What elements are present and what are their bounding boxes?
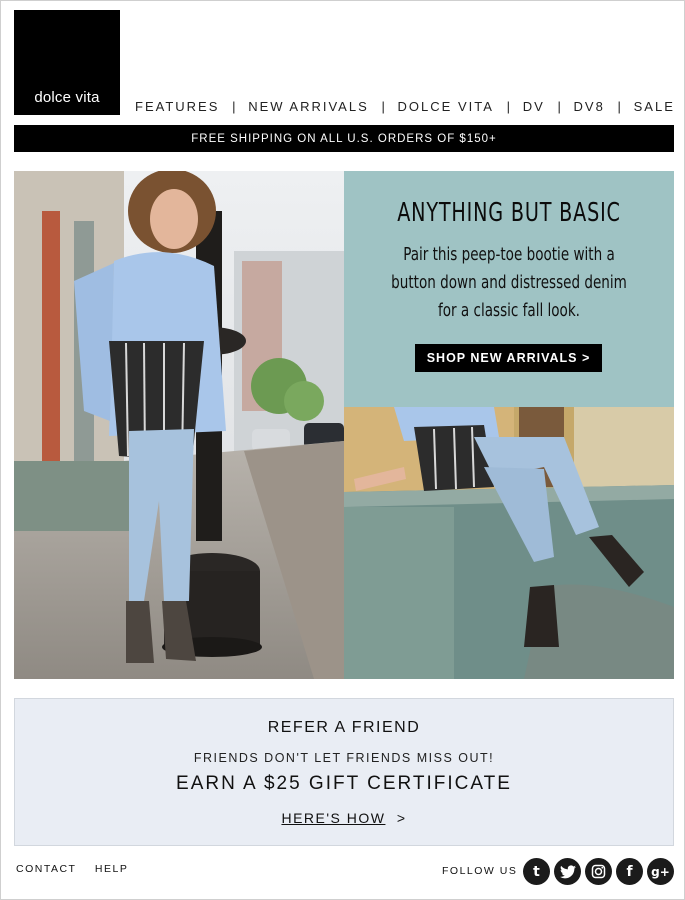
nav-item-sale[interactable]: SALE — [634, 99, 675, 114]
nav-separator: | — [232, 98, 236, 114]
heres-how-row: HERE'S HOW > — [15, 810, 673, 826]
follow-us-label: FOLLOW US — [442, 865, 518, 877]
promo-panel: ANYTHING BUT BASIC Pair this peep-toe bo… — [344, 171, 674, 407]
street-scene-image — [14, 171, 344, 679]
email-frame: dolce vita FEATURES | NEW ARRIVALS | DOL… — [0, 0, 685, 900]
shipping-banner[interactable]: FREE SHIPPING ON ALL U.S. ORDERS OF $150… — [14, 125, 674, 152]
instagram-icon[interactable] — [585, 858, 612, 885]
help-link[interactable]: HELP — [95, 863, 128, 875]
refer-offer: EARN A $25 GIFT CERTIFICATE — [176, 773, 512, 794]
contact-link[interactable]: CONTACT — [16, 863, 76, 875]
refer-title: REFER A FRIEND — [267, 719, 421, 736]
tumblr-icon[interactable]: t — [523, 858, 550, 885]
nav-item-dolce-vita[interactable]: DOLCE VITA — [398, 99, 494, 114]
seated-model-image — [344, 407, 674, 679]
nav-item-dv8[interactable]: DV8 — [574, 99, 605, 114]
shop-new-arrivals-button[interactable]: SHOP NEW ARRIVALS > — [415, 344, 602, 372]
chevron-right-icon[interactable]: > — [397, 810, 407, 826]
refer-subtitle: FRIENDS DON'T LET FRIENDS MISS OUT! — [193, 751, 495, 765]
shipping-text: FREE SHIPPING ON ALL U.S. ORDERS OF $150… — [191, 132, 497, 145]
hero-photo-model-street[interactable] — [14, 171, 344, 679]
facebook-icon[interactable]: f — [616, 858, 643, 885]
refer-a-friend-panel: REFER A FRIEND FRIENDS DON'T LET FRIENDS… — [14, 698, 674, 846]
google-plus-icon[interactable]: g+ — [647, 858, 674, 885]
brand-logo[interactable]: dolce vita — [14, 10, 120, 115]
nav-item-new-arrivals[interactable]: NEW ARRIVALS — [248, 99, 369, 114]
main-nav: FEATURES | NEW ARRIVALS | DOLCE VITA | D… — [135, 98, 675, 114]
twitter-icon[interactable] — [554, 858, 581, 885]
social-icons: t f g+ — [523, 858, 674, 885]
nav-item-features[interactable]: FEATURES — [135, 99, 219, 114]
hero-photo-model-seated[interactable] — [344, 407, 674, 679]
cta-label: SHOP NEW ARRIVALS > — [426, 351, 591, 365]
nav-separator: | — [506, 98, 510, 114]
twitter-bird-glyph — [559, 864, 576, 878]
footer-links: CONTACT HELP — [16, 863, 142, 875]
logo-text: dolce vita — [34, 89, 100, 106]
nav-separator: | — [557, 98, 561, 114]
nav-separator: | — [617, 98, 621, 114]
hero-section: ANYTHING BUT BASIC Pair this peep-toe bo… — [14, 171, 674, 679]
nav-separator: | — [381, 98, 385, 114]
heres-how-link[interactable]: HERE'S HOW — [281, 810, 385, 826]
promo-headline: ANYTHING BUT BASIC — [397, 198, 621, 228]
nav-item-dv[interactable]: DV — [523, 99, 545, 114]
promo-body: Pair this peep-toe bootie with a button … — [391, 245, 627, 321]
instagram-camera-glyph — [591, 864, 606, 879]
